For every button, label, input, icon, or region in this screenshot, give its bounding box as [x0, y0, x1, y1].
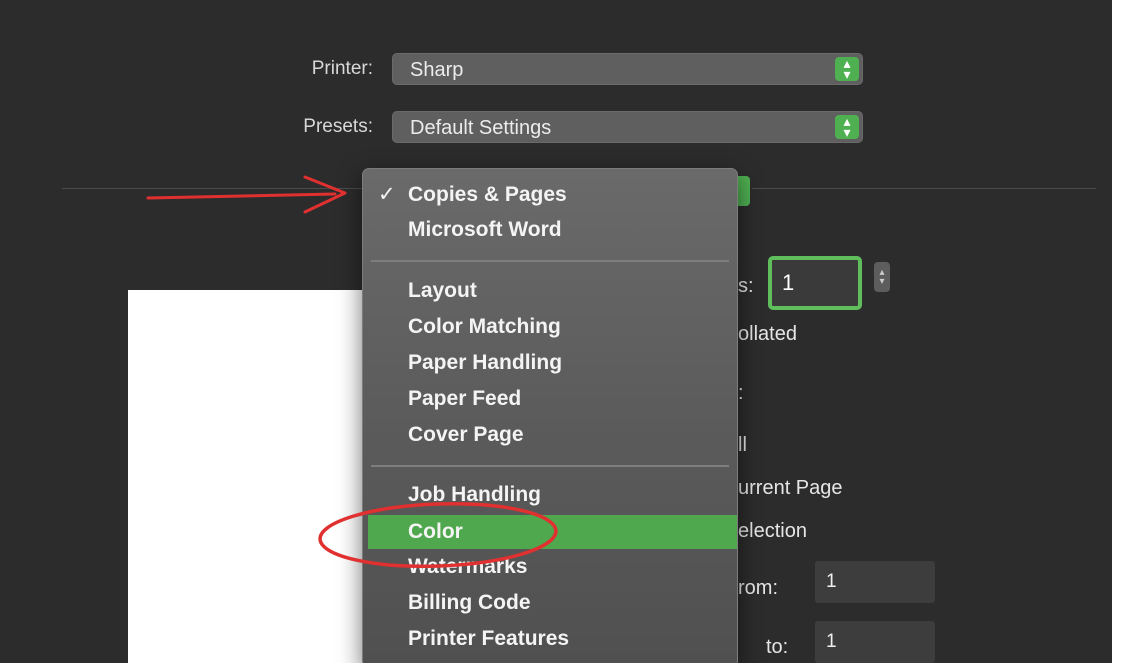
red-circle-annotation: [318, 501, 558, 569]
red-arrow-annotation: [146, 175, 347, 214]
annotations: [146, 175, 558, 569]
print-dialog: Printer: Sharp ▴ ▾ Presets: Default Setti…: [0, 0, 1112, 663]
